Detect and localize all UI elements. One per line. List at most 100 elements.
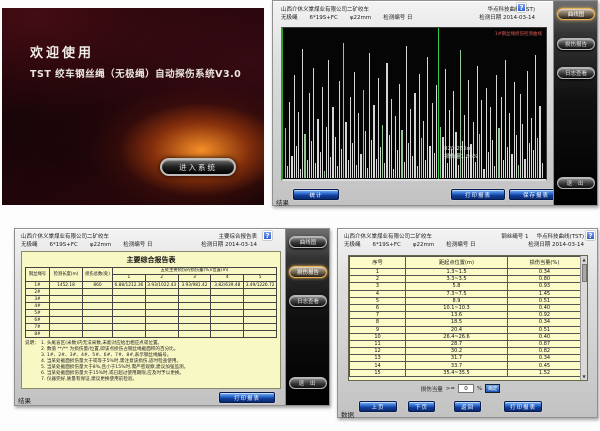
- chart-bar: [296, 146, 297, 178]
- stat-button[interactable]: 统计: [293, 189, 339, 200]
- chart-bar: [531, 118, 532, 178]
- chart-bar: [533, 150, 534, 178]
- chart-bar: [535, 55, 536, 178]
- chart-bar: [399, 84, 400, 178]
- chart-bar: [322, 87, 323, 178]
- record-no: 检测编号 日: [123, 241, 152, 249]
- chart-bar: [397, 150, 398, 178]
- sidebar-item-damage-report[interactable]: 损伤报告: [557, 38, 595, 50]
- subcol-3: 3: [178, 275, 211, 282]
- rope-spec: 6*19S+FC: [50, 241, 78, 249]
- prev-page-button[interactable]: 上页: [359, 401, 397, 412]
- report-table-row: 7#: [26, 324, 277, 331]
- chart-bar: [341, 149, 342, 178]
- data-table-row: 1128.70.87: [350, 340, 582, 347]
- print-report-button[interactable]: 打印报表: [451, 189, 505, 200]
- scroll-down-icon[interactable]: ▼: [582, 373, 585, 380]
- chart-bar: [287, 166, 288, 178]
- next-page-button[interactable]: 下页: [408, 401, 435, 412]
- chart-bar: [509, 113, 510, 178]
- report-window-header: 山西介休义棠煤业有限公司二矿绞车 主要综合报告表 无极绳 6*19S+FC φ2…: [21, 233, 257, 249]
- chart-bar: [503, 160, 504, 178]
- data-table-row: 1433.70.45: [350, 362, 582, 369]
- report-window: 山西介休义棠煤业有限公司二矿绞车 主要综合报告表 无极绳 6*19S+FC φ2…: [14, 228, 330, 406]
- chart-bar: [294, 75, 295, 178]
- chart-bar: [315, 163, 316, 178]
- cursor-position: 820.265m: [444, 146, 478, 154]
- chart-bar: [302, 49, 303, 178]
- chart-bar: [332, 107, 333, 178]
- chart-bar: [529, 143, 530, 178]
- chart-cursor[interactable]: [438, 28, 439, 179]
- chart-title-label: 1#钢丝绳损伤检测曲线: [495, 31, 542, 37]
- damage-curve-chart: 820.265m 损伤量1.86% 1#钢丝绳损伤检测曲线: [281, 27, 547, 181]
- notes-label: 说明：: [25, 341, 41, 383]
- col-rope-no: 钢丝绳号: [26, 268, 50, 282]
- table-scrollbar[interactable]: ▲ ▼: [580, 256, 587, 380]
- damage-data-area: 序号 距起点位置(m) 损伤当量(%) 11.3~1.50.3423.3~3.5…: [348, 255, 588, 381]
- chart-bar: [412, 156, 413, 178]
- report-table: 钢丝绳号 检测长度(m) 损伤总数(处) 五处主要损伤的损伤量(%)/位置(m)…: [25, 267, 277, 338]
- subcol-2: 2: [145, 275, 178, 282]
- data-table-row: 920.40.51: [350, 326, 582, 333]
- exit-button[interactable]: 退 出: [557, 177, 595, 189]
- back-button[interactable]: 返回: [454, 401, 481, 412]
- chart-bar: [384, 163, 385, 178]
- record-no: 检测编号 日: [446, 241, 475, 249]
- chart-bar: [477, 66, 478, 178]
- sidebar-item-curve[interactable]: 曲线图: [289, 236, 327, 248]
- chart-bar: [335, 137, 336, 178]
- status-text: 结果: [18, 395, 31, 405]
- sidebar-item-curve[interactable]: 曲线图: [557, 8, 595, 20]
- sidebar-item-log-view[interactable]: 日志查看: [289, 295, 327, 307]
- rope-no-label: 钢丝绳号 1: [501, 233, 528, 241]
- curve-sidebar: 曲线图 损伤报告 日志查看 退 出: [553, 1, 597, 205]
- chart-bar: [401, 130, 402, 179]
- chart-bar: [539, 106, 540, 178]
- status-text: 数据: [341, 409, 354, 419]
- col-total: 损伤总数(处): [83, 268, 113, 282]
- data-window-header: 山西介休义棠煤业有限公司二矿绞车 钢丝绳号 1 华点科技曲线(TST) 无极绳 …: [344, 233, 584, 249]
- sidebar-item-damage-report[interactable]: 损伤报告: [289, 266, 327, 278]
- scrollbar-thumb[interactable]: [582, 264, 587, 282]
- sidebar-item-log-view[interactable]: 日志查看: [557, 67, 595, 79]
- chart-bar: [537, 138, 538, 178]
- chart-bar: [345, 122, 346, 178]
- chart-bar: [449, 110, 450, 178]
- exit-button[interactable]: 退 出: [289, 377, 327, 389]
- report-notes: 说明： 1. 头尾盲区(米数)内无法采数,未能对应给出相应点或位置。2. 数值 …: [25, 341, 277, 383]
- chart-bar: [365, 131, 366, 178]
- chart-bar: [300, 169, 301, 178]
- data-table-row: 35.80.93: [350, 283, 582, 290]
- chart-bar: [427, 57, 428, 178]
- chart-bar: [339, 81, 340, 178]
- damage-threshold-input[interactable]: [458, 384, 474, 393]
- chart-bar: [343, 43, 344, 178]
- chart-bar: [432, 103, 433, 178]
- rope-spec: 6*19S+FC: [373, 241, 401, 249]
- chart-bar: [501, 97, 502, 178]
- enter-system-button[interactable]: 进入系统: [160, 158, 236, 176]
- col-damage: 损伤当量(%): [508, 257, 582, 269]
- help-icon[interactable]: ?: [517, 3, 526, 12]
- report-table-row: 8#: [26, 331, 277, 338]
- help-icon[interactable]: ?: [263, 231, 272, 240]
- status-text: 结果: [276, 197, 289, 207]
- data-window: 山西介休义棠煤业有限公司二矿绞车 钢丝绳号 1 华点科技曲线(TST) 无极绳 …: [337, 228, 598, 418]
- scroll-up-icon[interactable]: ▲: [582, 256, 585, 263]
- chart-bar: [492, 140, 493, 178]
- chart-bar: [391, 99, 392, 178]
- print-report-button[interactable]: 打印报表: [504, 401, 542, 412]
- chart-bar: [348, 160, 349, 178]
- chart-bar: [330, 157, 331, 178]
- chart-bar: [410, 109, 411, 178]
- filter-apply-button[interactable]: 确定: [485, 384, 500, 393]
- data-table-row: 713.60.92: [350, 312, 582, 319]
- chart-bar: [298, 112, 299, 178]
- report-table-row: 3#: [26, 296, 277, 303]
- print-report-button[interactable]: 打印报表: [219, 392, 275, 403]
- help-icon[interactable]: ?: [586, 231, 595, 240]
- chart-bar: [527, 71, 528, 178]
- inspection-date: 检测日期 2014-03-14: [479, 14, 535, 22]
- report-table-row: 5#: [26, 310, 277, 317]
